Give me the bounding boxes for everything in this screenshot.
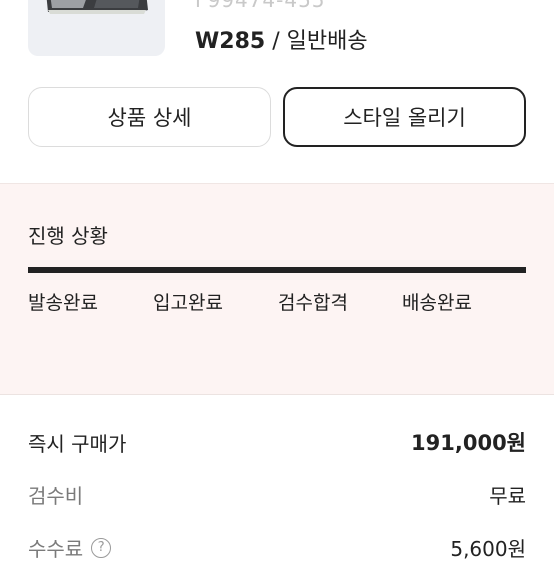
- section-divider: [0, 394, 554, 395]
- post-style-button[interactable]: 스타일 올리기: [283, 87, 526, 147]
- commission-label: 수수료: [28, 537, 84, 561]
- product-detail-button[interactable]: 상품 상세: [28, 87, 271, 147]
- commission-label-group: 수수료 ?: [28, 533, 112, 562]
- inspection-fee-value: 무료: [489, 484, 526, 508]
- inspection-fee-label: 검수비: [28, 484, 84, 508]
- size-shipping-line: W285 / 일반배송: [195, 23, 368, 55]
- progress-section: 진행 상황 발송완료 입고완료 검수합격 배송완료: [0, 184, 554, 394]
- instant-buy-price: 191,000원: [411, 431, 526, 455]
- progress-step: 검수합격: [278, 292, 348, 314]
- product-thumbnail[interactable]: [28, 0, 165, 56]
- instant-buy-label: 즉시 구매가: [28, 431, 127, 456]
- price-row-commission: 수수료 ? 5,600원: [28, 533, 526, 562]
- progress-step: 배송완료: [402, 292, 472, 314]
- progress-step: 입고완료: [153, 292, 223, 314]
- progress-title: 진행 상황: [28, 224, 108, 248]
- product-code: F99474-455: [195, 0, 326, 12]
- commission-value: 5,600원: [450, 537, 526, 561]
- product-summary: F99474-455 W285 / 일반배송 상품 상세 스타일 올리기: [0, 0, 554, 183]
- price-row-instant-buy: 즉시 구매가 191,000원: [28, 427, 526, 457]
- price-row-inspection: 검수비 무료: [28, 480, 526, 509]
- shipping-type: 일반배송: [286, 29, 368, 54]
- product-detail-label: 상품 상세: [107, 106, 192, 130]
- progress-bar: [28, 267, 526, 273]
- progress-step: 발송완료: [28, 292, 98, 314]
- size-separator: /: [265, 29, 287, 54]
- sneaker-image: [46, 0, 148, 14]
- help-icon[interactable]: ?: [91, 537, 112, 558]
- post-style-label: 스타일 올리기: [343, 106, 466, 130]
- product-size: W285: [195, 29, 266, 54]
